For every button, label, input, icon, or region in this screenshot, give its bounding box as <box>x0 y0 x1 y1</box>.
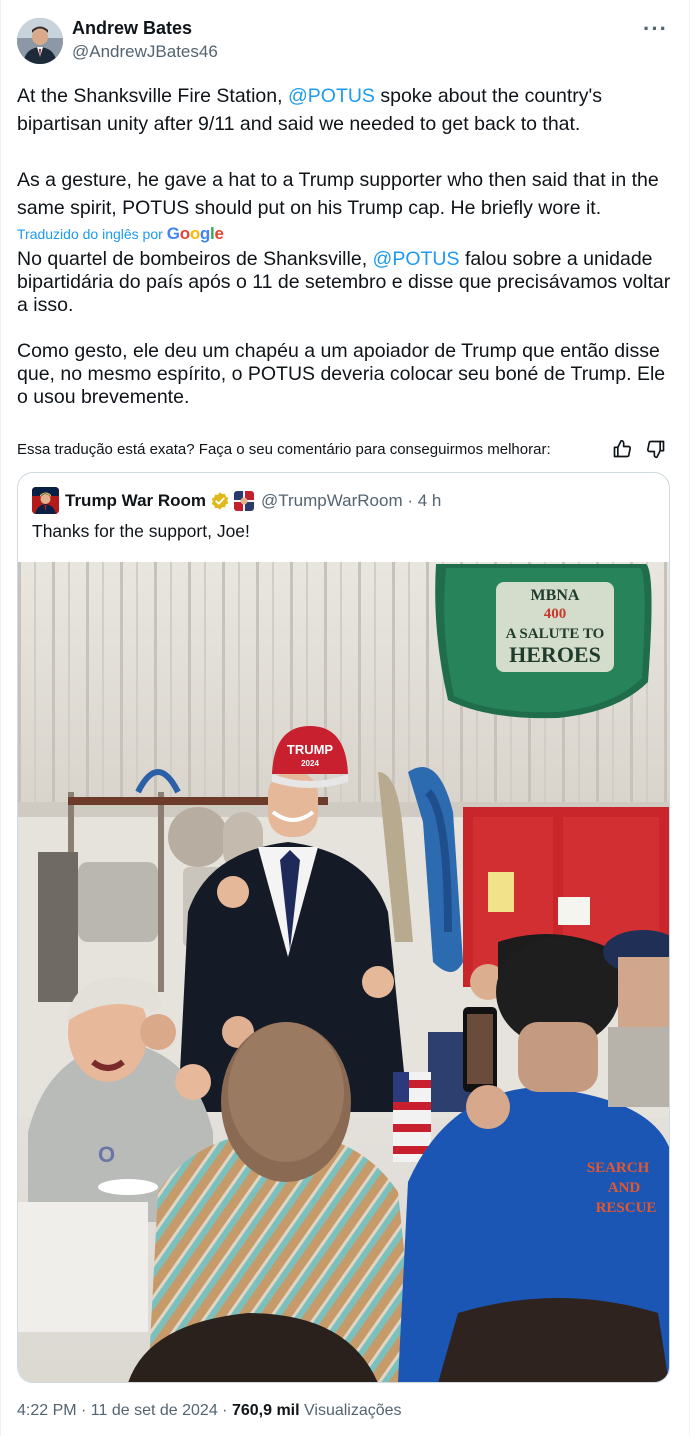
translated-text: No quartel de bombeiros de Shanksville, … <box>17 248 677 409</box>
author-handle[interactable]: @AndrewJBates46 <box>72 42 218 62</box>
quoted-tweet[interactable]: Trump War Room @TrumpWarRoom · 4 h Thank… <box>17 472 670 1383</box>
author-avatar[interactable] <box>17 18 63 64</box>
google-logo: Google <box>166 224 224 243</box>
svg-text:O: O <box>98 1142 115 1167</box>
cap-text: 2024 <box>301 759 319 768</box>
shirt-text: AND <box>608 1180 641 1196</box>
quoted-author-name[interactable]: Trump War Room <box>65 491 206 511</box>
views-label: Visualizações <box>299 1402 402 1419</box>
tweet-text: At the Shanksville Fire Station, @POTUS … <box>17 82 677 222</box>
thumbs-up-icon[interactable] <box>611 438 633 460</box>
author-name[interactable]: Andrew Bates <box>72 18 192 39</box>
verified-badge-icon <box>210 491 230 511</box>
tweet-paragraph: As a gesture, he gave a hat to a Trump s… <box>17 169 670 219</box>
mention-link[interactable]: @POTUS <box>373 248 460 270</box>
views-count: 760,9 mil <box>231 1402 300 1419</box>
translation-paragraph: Como gesto, ele deu um chapéu a um apoia… <box>17 340 666 408</box>
banner-text: HEROES <box>509 642 601 667</box>
translated-by-link[interactable]: Traduzido do inglês por Google <box>17 224 224 244</box>
cap-text: TRUMP <box>287 742 334 757</box>
shirt-text: RESCUE <box>596 1200 657 1216</box>
tweet-text-segment: At the Shanksville Fire Station, <box>17 85 288 107</box>
affiliation-badge-icon[interactable] <box>234 491 254 511</box>
more-options-icon[interactable]: ··· <box>643 16 668 42</box>
translated-by-label: Traduzido do inglês por <box>17 226 163 242</box>
tweet-meta: 4:22 PM · 11 de set de 2024 · 760,9 mil … <box>17 1402 402 1420</box>
translation-segment: No quartel de bombeiros de Shanksville, <box>17 248 373 270</box>
timestamp[interactable]: 4:22 PM · 11 de set de 2024 · <box>17 1402 232 1419</box>
quoted-handle-time[interactable]: @TrumpWarRoom · 4 h <box>261 491 441 511</box>
thumbs-down-icon[interactable] <box>645 438 667 460</box>
mention-link[interactable]: @POTUS <box>288 85 375 107</box>
shirt-text: SEARCH <box>587 1160 650 1176</box>
quoted-avatar[interactable] <box>32 487 59 514</box>
quoted-text: Thanks for the support, Joe! <box>32 521 250 541</box>
quoted-photo[interactable]: MBNA 400 A SALUTE TO HEROES TRUMP 2024 O… <box>18 562 669 1382</box>
banner-text: A SALUTE TO <box>506 626 605 642</box>
feedback-question: Essa tradução está exata? Faça o seu com… <box>17 440 551 458</box>
banner-text: MBNA <box>531 587 580 604</box>
translation-feedback: Essa tradução está exata? Faça o seu com… <box>17 438 667 460</box>
banner-text: 400 <box>544 606 567 622</box>
